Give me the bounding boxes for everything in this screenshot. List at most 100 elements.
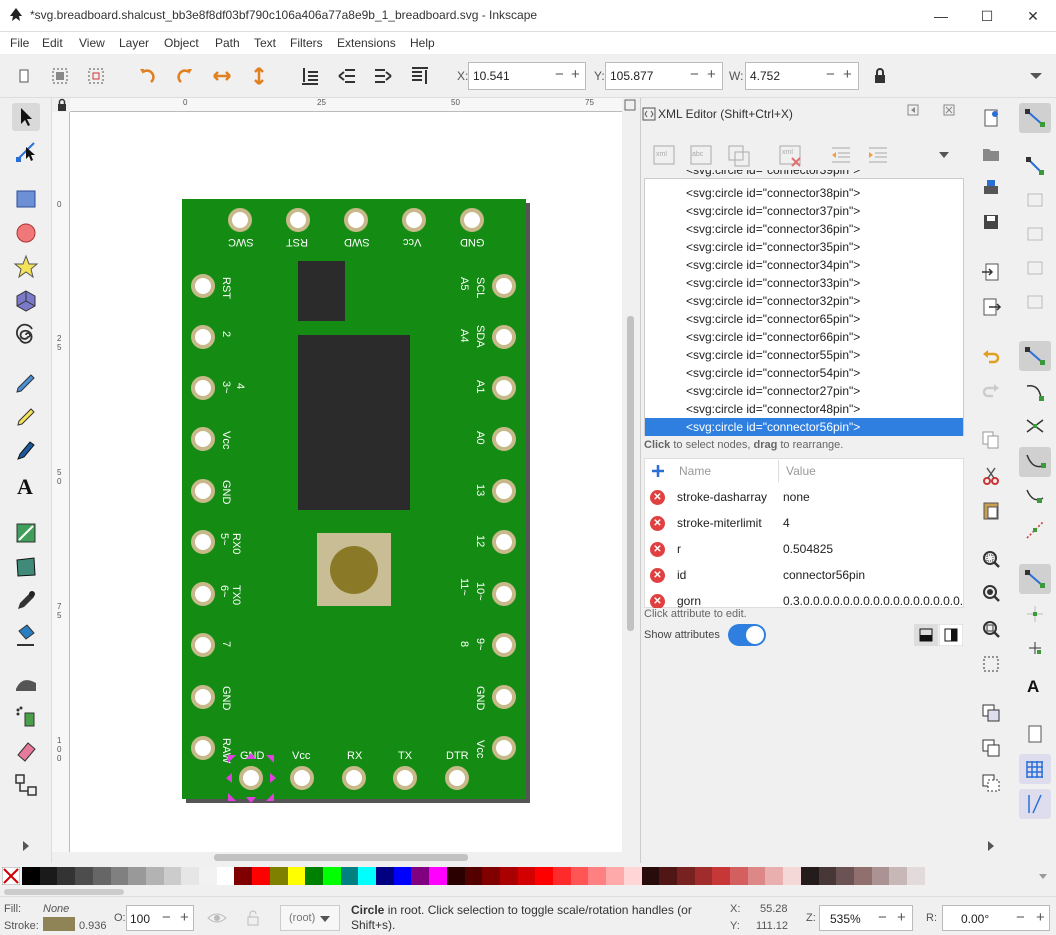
toolbar-overflow-icon[interactable] [1024, 64, 1048, 88]
copy-icon[interactable] [979, 428, 1003, 452]
panel-detach-icon[interactable] [906, 103, 920, 117]
pin-left[interactable] [191, 582, 215, 606]
close-button[interactable]: ✕ [1010, 0, 1056, 32]
snap-grid-toggle[interactable] [1019, 754, 1051, 784]
palette-swatch[interactable] [623, 867, 642, 885]
palette-swatch[interactable] [181, 867, 200, 885]
xml-node[interactable]: <svg:circle id="connector66pin"> [686, 330, 860, 344]
snap-bbox-corner-icon[interactable] [1023, 222, 1047, 246]
palette-swatch[interactable] [694, 867, 713, 885]
minimize-button[interactable]: — [918, 0, 964, 32]
attr-name[interactable]: stroke-dasharray [677, 490, 767, 504]
palette-swatch[interactable] [730, 867, 748, 885]
palette-swatch[interactable] [482, 867, 501, 885]
flip-horizontal-icon[interactable] [210, 64, 234, 88]
palette-swatch[interactable] [322, 867, 341, 885]
star-tool[interactable] [12, 253, 40, 281]
palette-swatch[interactable] [907, 867, 925, 885]
menu-view[interactable]: View [79, 36, 105, 50]
zoom-drawing-icon[interactable] [979, 581, 1003, 605]
opacity-increment[interactable]: + [180, 909, 189, 926]
xml-node[interactable]: <svg:circle id="connector55pin"> [686, 348, 860, 362]
new-document-icon[interactable] [979, 106, 1003, 130]
xml-node[interactable]: <svg:circle id="connector34pin"> [686, 258, 860, 272]
snap-others-toggle[interactable] [1019, 564, 1051, 594]
palette-swatch[interactable] [517, 867, 536, 885]
pin-right[interactable] [492, 376, 516, 400]
eraser-tool[interactable] [12, 737, 40, 765]
undo-icon[interactable] [979, 344, 1003, 368]
palette-swatch[interactable] [252, 867, 271, 885]
xml-node[interactable]: <svg:circle id="connector35pin"> [686, 240, 860, 254]
snap-toggle[interactable] [1019, 103, 1051, 133]
paste-icon[interactable] [979, 498, 1003, 522]
palette-swatch[interactable] [393, 867, 412, 885]
pin-right[interactable] [492, 325, 516, 349]
lower-to-bottom-icon[interactable] [298, 64, 322, 88]
pin-left[interactable] [191, 685, 215, 709]
zoom-out-button[interactable]: − [878, 909, 887, 926]
xml-node[interactable]: <svg:circle id="connector36pin"> [686, 222, 860, 236]
palette-swatch[interactable] [641, 867, 660, 885]
spray-tool[interactable] [12, 703, 40, 731]
xml-node[interactable]: <svg:circle id="connector37pin"> [686, 204, 860, 218]
dropper-tool[interactable] [12, 587, 40, 615]
stroke-width[interactable]: 0.936 [79, 920, 107, 932]
snap-cusp-toggle[interactable] [1019, 447, 1051, 477]
unlink-clone-icon[interactable] [979, 771, 1003, 795]
lower-icon[interactable] [335, 64, 359, 88]
panel-close-icon[interactable] [942, 103, 956, 117]
palette-swatch[interactable] [676, 867, 695, 885]
pin-left[interactable] [191, 633, 215, 657]
pin-left[interactable] [191, 736, 215, 760]
node-toolbar-overflow-icon[interactable] [937, 148, 951, 162]
palette-swatch[interactable] [75, 867, 94, 885]
maximize-button[interactable]: ☐ [964, 0, 1010, 32]
pin-right[interactable] [492, 582, 516, 606]
palette-swatch[interactable] [871, 867, 890, 885]
duplicate-node-icon[interactable] [727, 142, 753, 168]
connector-tool[interactable] [12, 771, 40, 799]
menu-layer[interactable]: Layer [119, 36, 149, 50]
fill-value[interactable]: None [43, 903, 69, 915]
pin-right[interactable] [492, 530, 516, 554]
cut-icon[interactable] [979, 464, 1003, 488]
main-chip[interactable] [298, 335, 410, 510]
palette-swatch[interactable] [216, 867, 235, 885]
select-all-icon[interactable] [12, 64, 36, 88]
xml-node[interactable]: <svg:circle id="connector27pin"> [686, 384, 860, 398]
indent-node-icon[interactable] [866, 143, 890, 167]
mesh-tool[interactable] [12, 553, 40, 581]
palette-swatch[interactable] [305, 867, 324, 885]
palette-swatch[interactable] [464, 867, 483, 885]
x-field[interactable]: 10.541 [468, 62, 586, 90]
palette-swatch[interactable] [446, 867, 465, 885]
ellipse-tool[interactable] [12, 219, 40, 247]
pin-right[interactable] [492, 274, 516, 298]
add-attribute-icon[interactable] [651, 464, 665, 478]
xml-node[interactable]: <svg:circle id="connector65pin"> [686, 312, 860, 326]
palette-swatch[interactable] [553, 867, 571, 885]
attr-name[interactable]: stroke-miterlimit [677, 516, 762, 530]
select-all-layers-icon[interactable] [48, 64, 72, 88]
stroke-swatch[interactable] [43, 917, 75, 931]
palette-swatch[interactable] [747, 867, 766, 885]
menu-filters[interactable]: Filters [290, 36, 323, 50]
w-field[interactable]: 4.752 [745, 62, 859, 90]
pin-swc[interactable] [228, 208, 252, 232]
toolbox-expand-icon[interactable] [20, 839, 32, 853]
menu-object[interactable]: Object [164, 36, 199, 50]
palette-swatch[interactable] [606, 867, 625, 885]
palette-swatch[interactable] [818, 867, 837, 885]
pin-right[interactable] [492, 685, 516, 709]
opacity-decrement[interactable]: − [162, 909, 171, 926]
attr-value[interactable]: 0.3.0.0.0.0.0.0.0.0.0.0.0.0.0.0.0.0... [783, 594, 964, 608]
pin-left[interactable] [191, 376, 215, 400]
palette-swatch[interactable] [234, 867, 253, 885]
zoom-corner-icon[interactable] [622, 98, 638, 112]
layer-lock-icon[interactable] [244, 908, 262, 928]
new-element-node-icon[interactable]: xml [652, 142, 678, 168]
palette-swatch[interactable] [128, 867, 147, 885]
pin-left[interactable] [191, 530, 215, 554]
palette-scrollbar[interactable] [4, 889, 124, 895]
